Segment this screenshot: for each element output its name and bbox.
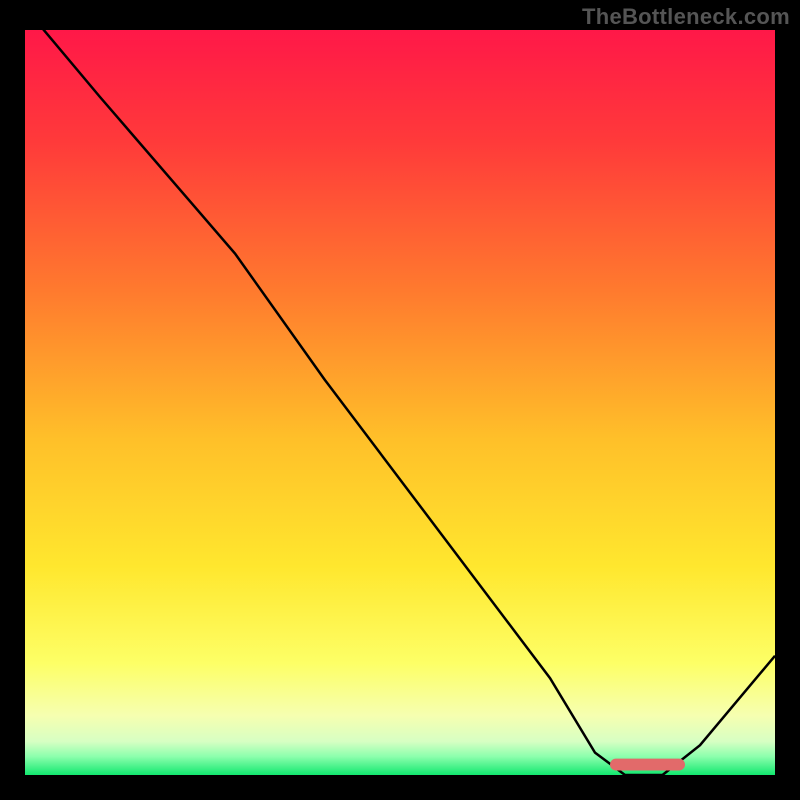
plot-area: [25, 8, 775, 775]
optimal-marker: [610, 759, 685, 771]
bottleneck-chart: [0, 0, 800, 800]
watermark-text: TheBottleneck.com: [582, 4, 790, 30]
chart-container: TheBottleneck.com: [0, 0, 800, 800]
